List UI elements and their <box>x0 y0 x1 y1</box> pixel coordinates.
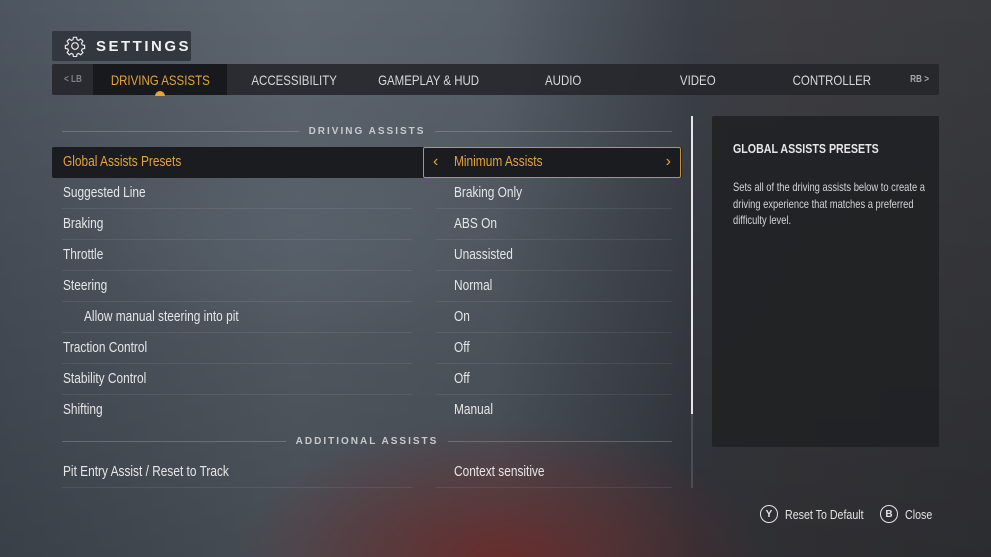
section-header-additional-assists: ADDITIONAL ASSISTS <box>62 434 672 448</box>
setting-label: Stability Control <box>63 371 147 387</box>
b-button-icon: B <box>880 505 898 523</box>
tab-label: DRIVING ASSISTS <box>110 71 210 88</box>
rb-hint-label: RB > <box>909 74 929 85</box>
info-title: GLOBAL ASSISTS PRESETS <box>733 141 911 156</box>
prev-tab-hint[interactable]: < LB <box>52 74 93 85</box>
row-divider <box>62 487 412 488</box>
close-label: Close <box>905 506 933 522</box>
setting-row-shifting[interactable]: Shifting Manual <box>52 395 682 426</box>
divider <box>448 440 672 442</box>
page-title: SETTINGS <box>95 37 191 55</box>
setting-row-stability-control[interactable]: Stability Control Off <box>52 364 682 395</box>
section-title: ADDITIONAL ASSISTS <box>295 435 439 447</box>
tab-accessibility[interactable]: ACCESSIBILITY <box>227 64 361 95</box>
setting-value: Unassisted <box>454 247 513 263</box>
section-header-driving-assists: DRIVING ASSISTS <box>62 124 672 138</box>
next-tab-hint[interactable]: RB > <box>899 74 939 85</box>
reset-to-default-button[interactable]: Y Reset To Default <box>760 505 881 523</box>
tab-bar: < LB DRIVING ASSISTS ACCESSIBILITY GAMEP… <box>52 64 939 96</box>
setting-value: Manual <box>454 402 494 418</box>
settings-title-box: SETTINGS <box>52 31 191 61</box>
setting-value: Braking Only <box>454 185 523 201</box>
divider <box>62 130 299 132</box>
setting-label: Allow manual steering into pit <box>84 309 239 325</box>
setting-label: Braking <box>63 216 104 232</box>
gear-icon <box>64 36 86 57</box>
y-button-icon: Y <box>760 505 778 523</box>
tab-label: CONTROLLER <box>792 71 872 88</box>
tab-gameplay-hud[interactable]: GAMEPLAY & HUD <box>361 64 495 95</box>
tab-label: GAMEPLAY & HUD <box>378 71 480 88</box>
setting-value: Context sensitive <box>454 464 545 480</box>
chevron-left-icon[interactable]: ‹ <box>433 148 438 176</box>
setting-row-traction-control[interactable]: Traction Control Off <box>52 333 682 364</box>
tab-audio[interactable]: AUDIO <box>496 64 630 95</box>
info-description: Sets all of the driving assists below to… <box>733 180 925 227</box>
section-title: DRIVING ASSISTS <box>308 125 426 137</box>
setting-label: Steering <box>63 278 108 294</box>
lb-hint-label: < LB <box>63 74 82 85</box>
preset-selector[interactable]: ‹ Minimum Assists › <box>423 147 681 178</box>
tab-video[interactable]: VIDEO <box>630 64 764 95</box>
row-divider <box>436 487 672 488</box>
setting-value: Off <box>454 340 470 356</box>
setting-row-suggested-line[interactable]: Suggested Line Braking Only <box>52 178 682 209</box>
setting-value: Minimum Assists <box>454 154 543 170</box>
chevron-right-icon[interactable]: › <box>666 148 671 176</box>
info-panel: GLOBAL ASSISTS PRESETS Sets all of the d… <box>712 116 939 447</box>
setting-row-manual-steering-pit[interactable]: Allow manual steering into pit On <box>52 302 682 333</box>
tab-driving-assists[interactable]: DRIVING ASSISTS <box>93 64 227 96</box>
close-button[interactable]: B Close <box>880 505 938 523</box>
divider <box>435 130 672 132</box>
setting-label: Suggested Line <box>63 185 146 201</box>
setting-label: Throttle <box>63 247 104 263</box>
setting-row-braking[interactable]: Braking ABS On <box>52 209 682 240</box>
divider <box>62 440 286 442</box>
tab-label: ACCESSIBILITY <box>251 71 337 88</box>
setting-label: Traction Control <box>63 340 148 356</box>
setting-row-global-assists-presets[interactable]: Global Assists Presets ‹ Minimum Assists… <box>52 147 682 178</box>
setting-row-throttle[interactable]: Throttle Unassisted <box>52 240 682 271</box>
setting-label: Global Assists Presets <box>63 154 182 170</box>
setting-label: Pit Entry Assist / Reset to Track <box>63 464 229 480</box>
setting-value: ABS On <box>454 216 497 232</box>
info-title-text: GLOBAL ASSISTS PRESETS <box>733 141 879 156</box>
setting-row-pit-entry-assist[interactable]: Pit Entry Assist / Reset to Track Contex… <box>52 457 682 488</box>
setting-label: Shifting <box>63 402 103 418</box>
setting-row-steering[interactable]: Steering Normal <box>52 271 682 302</box>
scrollbar-thumb[interactable] <box>691 116 693 414</box>
setting-value: On <box>454 309 470 325</box>
setting-value: Normal <box>454 278 493 294</box>
setting-value: Off <box>454 371 470 387</box>
tab-controller[interactable]: CONTROLLER <box>765 64 899 95</box>
tab-label: VIDEO <box>679 71 716 88</box>
reset-label: Reset To Default <box>785 506 864 522</box>
tab-label: AUDIO <box>544 71 582 88</box>
